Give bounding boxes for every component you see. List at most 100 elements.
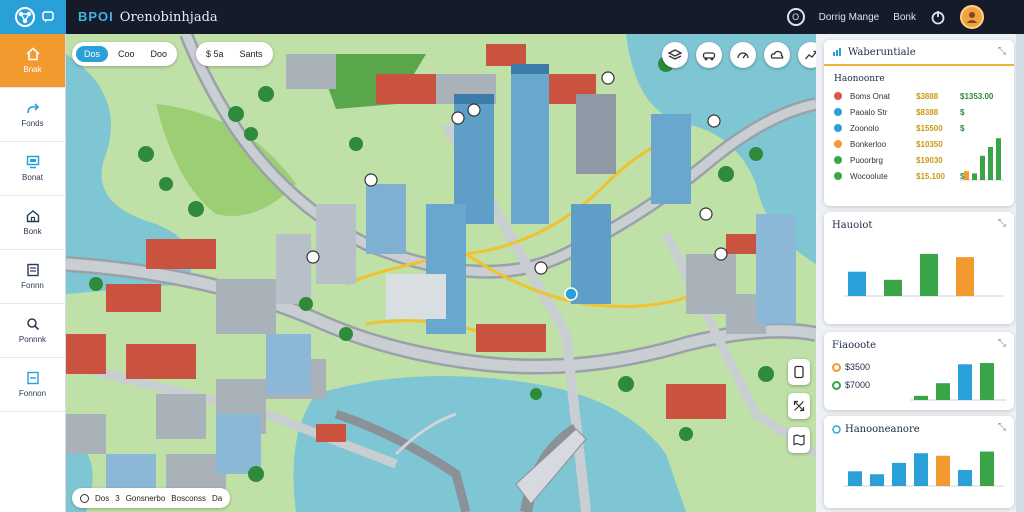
map-tool-button[interactable] [662,42,688,68]
menu-label[interactable]: Bonk [893,12,916,23]
layer-pill-active[interactable]: Dos [76,46,109,62]
expand-icon [793,400,805,412]
stat-dot-icon [834,156,842,164]
status-c: Gonsnerbo [125,493,166,503]
revenue-panel: Fiaooote ⤡ $3500 $7000 [824,332,1014,410]
collapse-icon[interactable]: ⤡ [998,218,1006,229]
stat-dot-icon [834,124,842,132]
sidebar-item-list[interactable]: Fonnon [0,358,65,412]
list-icon [26,371,39,385]
stats-mini-chart [960,138,1004,181]
filter-pill[interactable]: $ 5a [200,46,230,62]
traffic-bar-chart [844,253,1004,297]
gauge-icon [737,52,749,59]
history-bar [848,471,862,486]
layer-pill[interactable]: Doo [145,46,174,62]
stats-mini-bar [980,155,985,180]
power-icon[interactable] [930,9,946,25]
map-side-button[interactable] [788,393,810,419]
coin-icon [832,362,841,372]
sidebar-item-label: Ponnnk [18,335,47,344]
logo[interactable] [0,0,66,34]
coin-icon [832,380,841,390]
traffic-bar [920,253,938,296]
map-side-tools [788,359,810,453]
user-label[interactable]: Dorrig Mange [819,12,880,23]
collapse-icon[interactable]: ⤡ [998,46,1006,57]
revenue-bar-chart [910,363,1006,401]
sidebar-item-monitor[interactable]: Bonat [0,142,65,196]
group2-a-label: $ 5a [206,49,224,59]
revenue-bar [914,395,928,400]
sidebar-item-documents[interactable]: Fonnn [0,250,65,304]
filter-pill[interactable]: Sants [234,46,269,62]
search-icon [26,318,39,331]
pill-b-label: Coo [118,49,135,59]
weather-icon [770,50,784,59]
history-bar [980,451,994,486]
history-panel-header: Hanooneanore [832,424,920,435]
map-tool-button[interactable] [696,42,722,68]
info-icon [832,425,841,434]
top-header: BPOI Orenobinhjada O Dorrig Mange Bonk [0,0,1024,34]
sidebar-item-label: Fonnon [18,389,47,398]
stat-label: Boms Onat [850,91,891,101]
status-e: Da [211,493,223,503]
history-bar [914,453,928,486]
map-scene [66,34,816,512]
user-icon [966,12,978,23]
sidebar: Bnak Fonds Bonat Bonk Fonnn Ponnnk Fonno… [0,34,66,512]
status-toggle-icon[interactable]: O [786,8,805,26]
revenue-panel-header: Fiaooote [832,340,876,351]
stat-dot-icon [834,92,842,100]
collapse-icon[interactable]: ⤡ [998,422,1006,433]
home-icon [25,47,40,61]
status-dot-icon [80,493,89,503]
stat-value: $10350 [916,139,943,149]
revenue-value-row: $3500 [832,358,870,376]
layer-pill[interactable]: Coo [112,46,141,62]
map-tool-button[interactable] [798,42,816,68]
stat-value: $15.100 [916,171,945,181]
car-icon [702,52,716,61]
map-layer-toolbar: Dos Coo Doo [72,42,178,66]
traffic-panel-title: Hauoiot [832,220,873,231]
avatar[interactable] [960,5,984,29]
sidebar-item-buildings[interactable]: Bonk [0,196,65,250]
app-name: Orenobinhjada [119,10,218,25]
city-map[interactable]: Dos Coo Doo $ 5a Sants Dos 3 Gonsnerbo B… [66,34,816,512]
collapse-icon[interactable]: ⤡ [998,338,1006,349]
pill-a-label: Dos [84,49,101,59]
stat-row: Paoalo Str $8388 $ [824,104,1014,120]
traffic-bar [884,279,902,296]
traffic-panel-header: Hauoiot [832,220,872,231]
stat-value: $19030 [916,155,943,165]
status-d: Bosconss [171,493,206,503]
building-icon [26,210,39,223]
sidebar-item-home[interactable]: Bnak [0,34,65,88]
brand-text: BPOI [78,9,114,24]
trend-icon [805,50,816,60]
history-panel: Hanooneanore ⤡ [824,416,1014,508]
status-a: Dos [95,493,110,503]
map-side-button[interactable] [788,427,810,453]
revenue-panel-title: Fiaooote [832,340,877,351]
traffic-panel: Hauoiot ⤡ [824,212,1014,324]
stats-panel-header: Waberuntiale [824,40,1014,66]
sidebar-item-search[interactable]: Ponnnk [0,304,65,358]
stat-label: Bonkerloo [850,139,887,149]
stats-panel: Waberuntiale ⤡ Haonoonre Boms Onat $3888 $… [824,40,1014,206]
map-tool-button[interactable] [730,42,756,68]
sidebar-item-label: Fonnn [21,281,44,290]
history-bar [936,455,950,486]
history-bar [870,474,884,486]
sidebar-item-routes[interactable]: Fonds [0,88,65,142]
revenue-bar [980,363,994,400]
map-tool-button[interactable] [764,42,790,68]
network-logo-icon [15,7,35,27]
stat-value-secondary: $1353.00 [960,91,994,101]
map-filter-toolbar: $ 5a Sants [196,42,273,66]
history-bar [892,462,906,486]
app-window: BPOI Orenobinhjada O Dorrig Mange Bonk B… [0,0,1024,512]
map-side-button[interactable] [788,359,810,385]
